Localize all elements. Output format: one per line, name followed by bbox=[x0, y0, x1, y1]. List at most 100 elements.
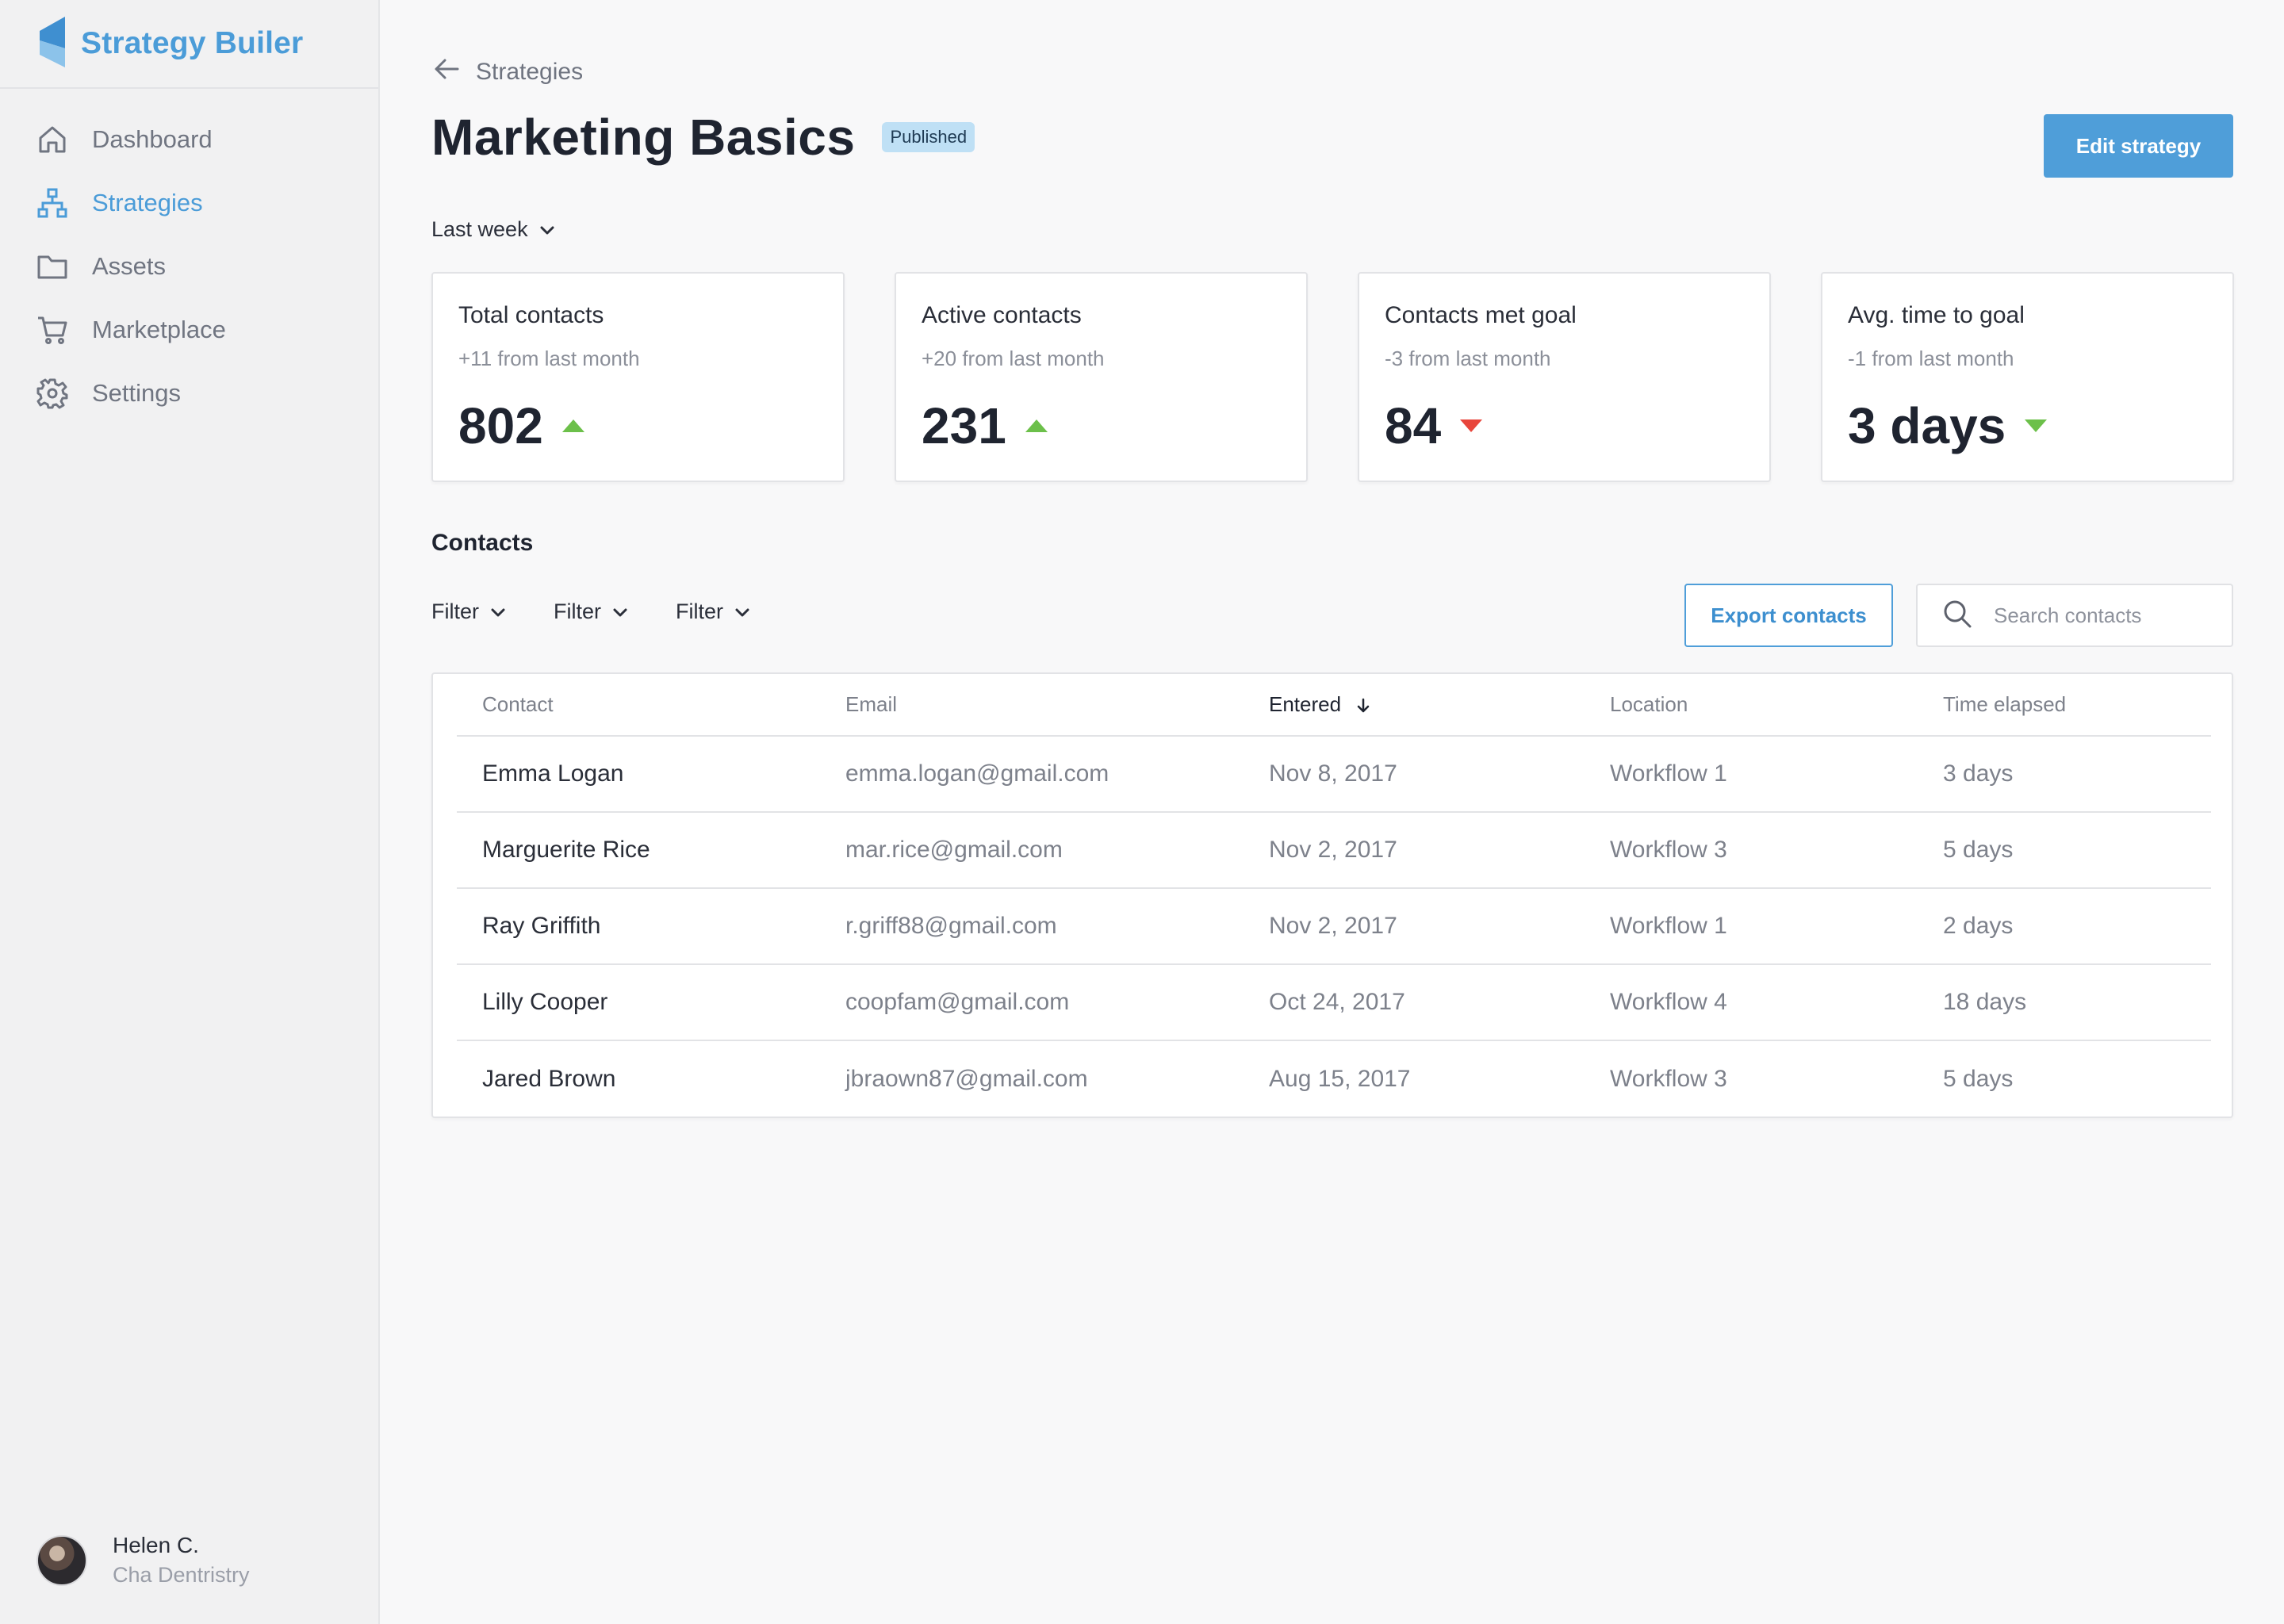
sidebar-item-label: Marketplace bbox=[92, 316, 226, 343]
table-row[interactable]: Ray Griffith r.griff88@gmail.com Nov 2, … bbox=[457, 888, 2211, 965]
sidebar: Strategy Builer Dashboard Strategies Ass… bbox=[0, 0, 380, 1624]
stat-value: 84 bbox=[1385, 397, 1442, 454]
trend-up-icon bbox=[1025, 419, 1048, 432]
stat-title: Contacts met goal bbox=[1385, 302, 1577, 328]
filter-label: Filter bbox=[676, 599, 723, 623]
stat-change: -3 from last month bbox=[1385, 347, 1551, 370]
stat-value: 3 days bbox=[1848, 397, 2006, 454]
user-org: Cha Dentristry bbox=[113, 1563, 250, 1587]
sidebar-item-label: Settings bbox=[92, 379, 182, 407]
stat-change: -1 from last month bbox=[1848, 347, 2014, 370]
cell-contact: Lilly Cooper bbox=[457, 964, 820, 1041]
stat-change: +11 from last month bbox=[458, 347, 640, 370]
filter-dropdown[interactable]: Filter bbox=[431, 599, 508, 624]
sidebar-item-settings[interactable]: Settings bbox=[0, 362, 378, 425]
cell-email: emma.logan@gmail.com bbox=[820, 736, 1244, 813]
back-link[interactable]: Strategies bbox=[431, 54, 583, 90]
contacts-table-card: Contact Email Entered Location Time elap… bbox=[431, 672, 2233, 1118]
app-name: Strategy Builer bbox=[81, 26, 304, 60]
cell-entered: Nov 8, 2017 bbox=[1244, 736, 1585, 813]
column-header-contact[interactable]: Contact bbox=[457, 674, 820, 737]
sidebar-item-label: Dashboard bbox=[92, 125, 213, 153]
trend-down-icon bbox=[1460, 419, 1483, 432]
chevron-down-icon bbox=[613, 608, 627, 616]
page-title: Marketing Basics bbox=[431, 109, 856, 166]
stat-card-avg-time-to-goal: Avg. time to goal -1 from last month 3 d… bbox=[1821, 272, 2234, 482]
sidebar-item-assets[interactable]: Assets bbox=[0, 235, 378, 298]
cell-time-elapsed: 18 days bbox=[1918, 964, 2211, 1041]
gear-icon bbox=[36, 377, 68, 409]
table-header-row: Contact Email Entered Location Time elap… bbox=[457, 674, 2211, 737]
cell-time-elapsed: 2 days bbox=[1918, 888, 2211, 965]
cell-location: Workflow 1 bbox=[1585, 888, 1918, 965]
chevron-down-icon bbox=[735, 608, 749, 616]
filter-dropdown[interactable]: Filter bbox=[676, 599, 752, 624]
stat-title: Avg. time to goal bbox=[1848, 302, 2025, 328]
sort-descending-icon bbox=[1358, 698, 1370, 713]
table-row[interactable]: Lilly Cooper coopfam@gmail.com Oct 24, 2… bbox=[457, 964, 2211, 1041]
search-box[interactable] bbox=[1916, 584, 2233, 647]
cell-email: r.griff88@gmail.com bbox=[820, 888, 1244, 965]
column-header-label: Entered bbox=[1269, 692, 1342, 716]
table-row[interactable]: Jared Brown jbraown87@gmail.com Aug 15, … bbox=[457, 1040, 2211, 1116]
stat-card-total-contacts: Total contacts +11 from last month 802 bbox=[431, 272, 845, 482]
search-icon bbox=[1941, 598, 1973, 634]
filter-bar: Filter Filter Filter bbox=[431, 599, 798, 624]
stat-value: 802 bbox=[458, 397, 543, 454]
column-header-entered[interactable]: Entered bbox=[1244, 674, 1585, 737]
cell-time-elapsed: 5 days bbox=[1918, 812, 2211, 889]
chevron-down-icon bbox=[491, 608, 505, 616]
logo-icon bbox=[36, 16, 68, 71]
column-header-email[interactable]: Email bbox=[820, 674, 1244, 737]
date-range-label: Last week bbox=[431, 217, 528, 241]
arrow-left-icon bbox=[431, 54, 476, 90]
cart-icon bbox=[36, 314, 68, 346]
cell-entered: Nov 2, 2017 bbox=[1244, 888, 1585, 965]
cell-contact: Ray Griffith bbox=[457, 888, 820, 965]
filter-label: Filter bbox=[431, 599, 479, 623]
stat-card-contacts-met-goal: Contacts met goal -3 from last month 84 bbox=[1358, 272, 1771, 482]
cell-contact: Marguerite Rice bbox=[457, 812, 820, 889]
stat-title: Total contacts bbox=[458, 302, 604, 328]
table-row[interactable]: Emma Logan emma.logan@gmail.com Nov 8, 2… bbox=[457, 736, 2211, 813]
avatar bbox=[36, 1534, 87, 1586]
chevron-down-icon bbox=[540, 226, 554, 234]
sidebar-item-marketplace[interactable]: Marketplace bbox=[0, 298, 378, 362]
stat-change: +20 from last month bbox=[922, 347, 1105, 370]
cell-entered: Aug 15, 2017 bbox=[1269, 1065, 1411, 1092]
cell-time-elapsed: 5 days bbox=[1943, 1065, 2014, 1092]
table-row[interactable]: Marguerite Rice mar.rice@gmail.com Nov 2… bbox=[457, 812, 2211, 889]
column-header-location[interactable]: Location bbox=[1585, 674, 1918, 737]
filter-label: Filter bbox=[554, 599, 601, 623]
trend-up-icon bbox=[561, 419, 584, 432]
edit-strategy-button[interactable]: Edit strategy bbox=[2044, 114, 2233, 178]
contacts-heading: Contacts bbox=[431, 530, 534, 556]
sidebar-item-strategies[interactable]: Strategies bbox=[0, 171, 378, 235]
cell-time-elapsed: 3 days bbox=[1918, 736, 2211, 813]
column-header-time-elapsed[interactable]: Time elapsed bbox=[1918, 674, 2211, 737]
cell-location: Workflow 3 bbox=[1610, 1065, 1727, 1092]
sidebar-item-label: Assets bbox=[92, 252, 167, 280]
cell-location: Workflow 1 bbox=[1585, 736, 1918, 813]
contacts-table: Contact Email Entered Location Time elap… bbox=[457, 674, 2211, 1116]
stats-row: Total contacts +11 from last month 802 A… bbox=[431, 272, 2234, 482]
status-badge: Published bbox=[882, 122, 975, 152]
export-contacts-button[interactable]: Export contacts bbox=[1684, 584, 1893, 647]
cell-location: Workflow 3 bbox=[1585, 812, 1918, 889]
sidebar-item-dashboard[interactable]: Dashboard bbox=[0, 108, 378, 171]
cell-location: Workflow 4 bbox=[1585, 964, 1918, 1041]
cell-contact: Emma Logan bbox=[457, 736, 820, 813]
search-input[interactable] bbox=[1994, 603, 2216, 628]
user-profile[interactable]: Helen C. Cha Dentristry bbox=[36, 1533, 250, 1588]
filter-dropdown[interactable]: Filter bbox=[554, 599, 630, 624]
folder-icon bbox=[36, 251, 68, 282]
cell-entered: Oct 24, 2017 bbox=[1244, 964, 1585, 1041]
stat-value: 231 bbox=[922, 397, 1006, 454]
brand[interactable]: Strategy Builer bbox=[0, 0, 378, 89]
user-name: Helen C. bbox=[113, 1533, 199, 1557]
home-icon bbox=[36, 124, 68, 155]
date-range-dropdown[interactable]: Last week bbox=[431, 217, 557, 242]
stat-card-active-contacts: Active contacts +20 from last month 231 bbox=[895, 272, 1308, 482]
cell-email: coopfam@gmail.com bbox=[820, 964, 1244, 1041]
hierarchy-icon bbox=[36, 187, 68, 219]
